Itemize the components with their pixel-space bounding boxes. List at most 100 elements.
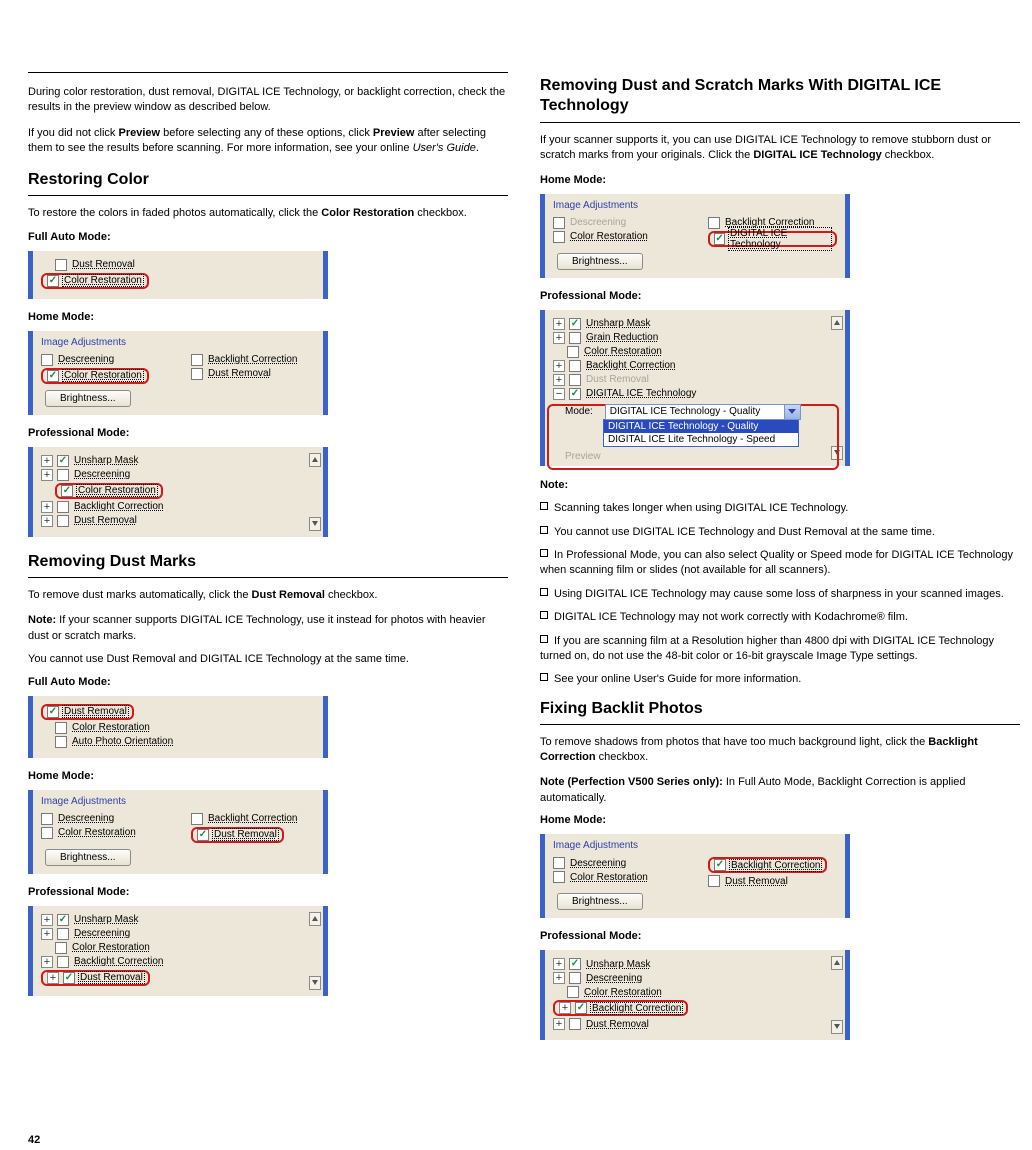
checkbox-dust-3[interactable] — [57, 515, 69, 527]
panel-fullauto-dust: Dust Removal Color Restoration Auto Phot… — [28, 696, 328, 758]
checkbox-unsharp-3[interactable] — [57, 455, 69, 467]
r-exp-unsharp[interactable]: + — [553, 318, 565, 330]
r-scroll-down-2[interactable] — [831, 446, 843, 460]
r-cb-color-3[interactable] — [553, 871, 565, 883]
checkbox-dust-1[interactable] — [55, 259, 67, 271]
scroll-up-6[interactable] — [309, 912, 321, 926]
r-dice-dropdown[interactable]: DIGITAL ICE Technology - Quality — [605, 404, 801, 420]
panel-pro-dice: + Unsharp Mask + Grain Reduction Color R… — [540, 310, 850, 466]
r-dice-opt2[interactable]: DIGITAL ICE Lite Technology - Speed — [604, 433, 798, 446]
r-cb-dust-4[interactable] — [569, 1018, 581, 1030]
r-cb-dust-2[interactable] — [569, 374, 581, 386]
r-cb-backlight-1[interactable] — [708, 217, 720, 229]
r-cb-dice-2[interactable] — [569, 388, 581, 400]
checkbox-color-5[interactable] — [41, 827, 53, 839]
r-exp-descreen-4[interactable]: + — [553, 972, 565, 984]
checkbox-descreen-6[interactable] — [57, 928, 69, 940]
checkbox-color-1[interactable] — [47, 275, 59, 287]
r-cb-grain[interactable] — [569, 332, 581, 344]
r-cb-bl-2[interactable] — [569, 360, 581, 372]
r-lab-dust-4: Dust Removal — [585, 1019, 650, 1030]
backlit-note: Note (Perfection V500 Series only): In F… — [540, 775, 1020, 806]
r-cb-bl-3[interactable] — [714, 859, 726, 871]
checkbox-backlight-2[interactable] — [191, 354, 203, 366]
expand-dust-3[interactable]: + — [41, 515, 53, 527]
panel-pro-color: + Unsharp Mask + Descreening Color Resto… — [28, 447, 328, 537]
r-dice-dd-list: DIGITAL ICE Technology - Quality DIGITAL… — [603, 419, 799, 447]
r-scroll-down-4[interactable] — [831, 1020, 843, 1034]
r-scroll-up-2[interactable] — [831, 316, 843, 330]
checkbox-auto-4[interactable] — [55, 736, 67, 748]
r-lab-color-2: Color Restoration — [583, 346, 663, 357]
heading-restoring-color: Restoring Color — [28, 167, 508, 196]
label-dust-4: Dust Removal — [63, 706, 128, 717]
r-cb-descreen-4[interactable] — [569, 972, 581, 984]
r-lab-descreen-3: Descreening — [569, 858, 627, 869]
panel-pro-dust: + Unsharp Mask + Descreening Color Resto… — [28, 906, 328, 996]
checkbox-dust-4[interactable] — [47, 706, 59, 718]
label-pro-2: Professional Mode: — [28, 886, 508, 898]
r-cb-descreen-3[interactable] — [553, 857, 565, 869]
rn0: Scanning takes longer when using DIGITAL… — [540, 501, 1020, 516]
r-highlight-dice-1: DIGITAL ICE Technology — [708, 231, 837, 247]
expand-dust-6[interactable]: + — [47, 972, 59, 984]
r-scroll-up-4[interactable] — [831, 956, 843, 970]
expand-descreen-3[interactable]: + — [41, 469, 53, 481]
checkbox-descreen-5[interactable] — [41, 813, 53, 825]
r-cb-descreen-1[interactable] — [553, 217, 565, 229]
checkbox-dust-5[interactable] — [197, 829, 209, 841]
r-notes-head: Note: — [540, 478, 1020, 493]
checkbox-color-4[interactable] — [55, 722, 67, 734]
expand-descreen-6[interactable]: + — [41, 928, 53, 940]
scroll-down-6[interactable] — [309, 976, 321, 990]
checkbox-backlight-6[interactable] — [57, 956, 69, 968]
r-cb-unsharp[interactable] — [569, 318, 581, 330]
r-exp-dust-4[interactable]: + — [553, 1018, 565, 1030]
checkbox-color-3[interactable] — [61, 485, 73, 497]
label-dust-1: Dust Removal — [71, 259, 136, 270]
r-lab-color-3: Color Restoration — [569, 872, 649, 883]
scroll-up-3[interactable] — [309, 453, 321, 467]
expand-unsharp-6[interactable]: + — [41, 914, 53, 926]
r-cb-bl-4[interactable] — [575, 1002, 587, 1014]
scroll-down-3[interactable] — [309, 517, 321, 531]
r-exp-grain[interactable]: + — [553, 332, 565, 344]
brightness-button-2[interactable]: Brightness... — [45, 390, 131, 407]
r-cb-dice-1[interactable] — [714, 233, 725, 245]
r-exp-bl-2[interactable]: + — [553, 360, 565, 372]
checkbox-color-6[interactable] — [55, 942, 67, 954]
brightness-button-5[interactable]: Brightness... — [45, 849, 131, 866]
checkbox-backlight-3[interactable] — [57, 501, 69, 513]
label-dust-5: Dust Removal — [213, 829, 278, 840]
text-backlit: To remove shadows from photos that have … — [540, 735, 1020, 766]
checkbox-backlight-5[interactable] — [191, 813, 203, 825]
r-exp-dice-2[interactable]: − — [553, 388, 565, 400]
expand-backlight-6[interactable]: + — [41, 956, 53, 968]
expand-unsharp-3[interactable]: + — [41, 455, 53, 467]
r-exp-dust-2[interactable]: + — [553, 374, 565, 386]
r-brightness-3[interactable]: Brightness... — [557, 893, 643, 910]
r-cb-color-4[interactable] — [567, 986, 579, 998]
r-lab-bl-3: Backlight Correction — [730, 860, 821, 871]
checkbox-descreen-2[interactable] — [41, 354, 53, 366]
panel-home-dice: Image Adjustments Descreening Color Rest… — [540, 194, 850, 278]
checkbox-dust-6[interactable] — [63, 972, 75, 984]
label-color-2: Color Restoration — [63, 370, 143, 381]
label-full-auto-2: Full Auto Mode: — [28, 676, 508, 688]
r-brightness-1[interactable]: Brightness... — [557, 253, 643, 270]
r-cb-dust-3[interactable] — [708, 875, 720, 887]
r-exp-bl-4[interactable]: + — [559, 1002, 571, 1014]
expand-backlight-3[interactable]: + — [41, 501, 53, 513]
checkbox-unsharp-6[interactable] — [57, 914, 69, 926]
r-dice-dd-text: DIGITAL ICE Technology - Quality — [606, 406, 784, 417]
panel-home-dust: Image Adjustments Descreening Color Rest… — [28, 790, 328, 874]
r-cb-unsharp-4[interactable] — [569, 958, 581, 970]
r-cb-color-2[interactable] — [567, 346, 579, 358]
r-dice-opt1[interactable]: DIGITAL ICE Technology - Quality — [604, 420, 798, 433]
checkbox-color-2[interactable] — [47, 370, 59, 382]
checkbox-descreen-3[interactable] — [57, 469, 69, 481]
r-cb-color-1[interactable] — [553, 231, 565, 243]
r-dice-dd-btn[interactable] — [784, 405, 800, 419]
checkbox-dust-2[interactable] — [191, 368, 203, 380]
r-exp-unsharp-4[interactable]: + — [553, 958, 565, 970]
